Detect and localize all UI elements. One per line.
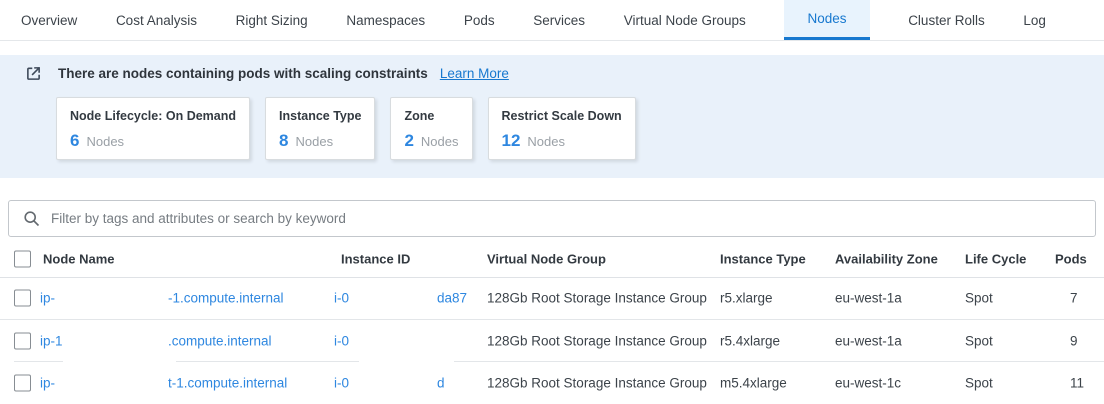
node-name-link[interactable]: ip-1 bbox=[40, 334, 63, 349]
col-virtual-node-group: Virtual Node Group bbox=[487, 251, 606, 266]
card-restrict-scale-down[interactable]: Restrict Scale Down 12 Nodes bbox=[488, 97, 636, 160]
tab-right-sizing[interactable]: Right Sizing bbox=[236, 0, 308, 40]
availability-zone-value: eu-west-1a bbox=[835, 334, 902, 349]
tab-services[interactable]: Services bbox=[533, 0, 585, 40]
life-cycle-value: Spot bbox=[965, 334, 993, 349]
tab-nodes[interactable]: Nodes bbox=[784, 0, 869, 40]
search-icon bbox=[23, 210, 41, 228]
instance-type-value: m5.4xlarge bbox=[720, 376, 787, 391]
scaling-constraints-banner: There are nodes containing pods with sca… bbox=[0, 55, 1104, 178]
card-unit: Nodes bbox=[86, 134, 124, 149]
col-availability-zone: Availability Zone bbox=[835, 251, 938, 266]
card-count: 6 bbox=[70, 131, 79, 151]
instance-id-link[interactable]: i-0 bbox=[334, 334, 349, 349]
tab-cost-analysis[interactable]: Cost Analysis bbox=[116, 0, 197, 40]
card-count: 12 bbox=[502, 131, 521, 151]
tab-virtual-node-groups[interactable]: Virtual Node Groups bbox=[624, 0, 746, 40]
card-unit: Nodes bbox=[527, 134, 565, 149]
pods-count: 11 bbox=[1070, 376, 1084, 391]
tab-namespaces[interactable]: Namespaces bbox=[346, 0, 425, 40]
constraint-cards: Node Lifecycle: On Demand 6 Nodes Instan… bbox=[56, 97, 636, 160]
pods-count: 7 bbox=[1070, 291, 1078, 306]
instance-id-link[interactable]: d bbox=[437, 376, 445, 391]
row-checkbox[interactable] bbox=[14, 375, 31, 392]
col-pods: Pods bbox=[1055, 251, 1087, 266]
learn-more-link[interactable]: Learn More bbox=[440, 66, 509, 81]
row-checkbox[interactable] bbox=[14, 290, 31, 307]
card-node-lifecycle[interactable]: Node Lifecycle: On Demand 6 Nodes bbox=[56, 97, 250, 160]
col-life-cycle: Life Cycle bbox=[965, 251, 1026, 266]
card-title: Instance Type bbox=[279, 109, 361, 123]
pods-count: 9 bbox=[1070, 334, 1078, 349]
instance-id-link[interactable]: i-0 bbox=[334, 291, 349, 306]
instance-type-value: r5.xlarge bbox=[720, 291, 773, 306]
banner-header: There are nodes containing pods with sca… bbox=[25, 65, 509, 82]
virtual-node-group-value: 128Gb Root Storage Instance Group bbox=[487, 334, 707, 349]
card-count: 8 bbox=[279, 131, 288, 151]
tab-log[interactable]: Log bbox=[1023, 0, 1046, 40]
table-row: ip-1 .compute.internal i-0 128Gb Root St… bbox=[0, 320, 1104, 362]
col-node-name: Node Name bbox=[43, 251, 115, 266]
table-row: ip- t-1.compute.internal i-0 d 128Gb Roo… bbox=[0, 362, 1104, 404]
nodes-page: Overview Cost Analysis Right Sizing Name… bbox=[0, 0, 1104, 404]
card-title: Node Lifecycle: On Demand bbox=[70, 109, 236, 123]
card-unit: Nodes bbox=[295, 134, 333, 149]
node-name-link[interactable]: -1.compute.internal bbox=[168, 291, 284, 306]
card-unit: Nodes bbox=[421, 134, 459, 149]
availability-zone-value: eu-west-1a bbox=[835, 291, 902, 306]
card-title: Zone bbox=[404, 109, 458, 123]
filter-bar bbox=[8, 200, 1096, 237]
node-name-link[interactable]: t-1.compute.internal bbox=[168, 376, 287, 391]
col-instance-id: Instance ID bbox=[341, 251, 410, 266]
node-name-link[interactable]: ip- bbox=[40, 291, 55, 306]
external-link-icon bbox=[25, 65, 42, 82]
node-name-link[interactable]: .compute.internal bbox=[168, 334, 272, 349]
instance-id-link[interactable]: da87 bbox=[437, 291, 467, 306]
card-title: Restrict Scale Down bbox=[502, 109, 622, 123]
virtual-node-group-value: 128Gb Root Storage Instance Group bbox=[487, 291, 707, 306]
availability-zone-value: eu-west-1c bbox=[835, 376, 901, 391]
row-checkbox[interactable] bbox=[14, 333, 31, 350]
col-instance-type: Instance Type bbox=[720, 251, 806, 266]
virtual-node-group-value: 128Gb Root Storage Instance Group bbox=[487, 376, 707, 391]
tab-cluster-rolls[interactable]: Cluster Rolls bbox=[908, 0, 985, 40]
filter-input[interactable] bbox=[49, 210, 1085, 227]
card-count: 2 bbox=[404, 131, 413, 151]
tab-bar: Overview Cost Analysis Right Sizing Name… bbox=[0, 0, 1104, 41]
instance-type-value: r5.4xlarge bbox=[720, 334, 780, 349]
table-row: ip- -1.compute.internal i-0 da87 128Gb R… bbox=[0, 277, 1104, 320]
tab-pods[interactable]: Pods bbox=[464, 0, 495, 40]
life-cycle-value: Spot bbox=[965, 291, 993, 306]
card-instance-type[interactable]: Instance Type 8 Nodes bbox=[265, 97, 375, 160]
life-cycle-value: Spot bbox=[965, 376, 993, 391]
node-name-link[interactable]: ip- bbox=[40, 376, 55, 391]
select-all-checkbox[interactable] bbox=[14, 250, 31, 267]
banner-message: There are nodes containing pods with sca… bbox=[58, 66, 428, 81]
instance-id-link[interactable]: i-0 bbox=[334, 376, 349, 391]
tab-overview[interactable]: Overview bbox=[21, 0, 77, 40]
card-zone[interactable]: Zone 2 Nodes bbox=[390, 97, 472, 160]
table-header: Node Name Instance ID Virtual Node Group… bbox=[0, 240, 1104, 278]
